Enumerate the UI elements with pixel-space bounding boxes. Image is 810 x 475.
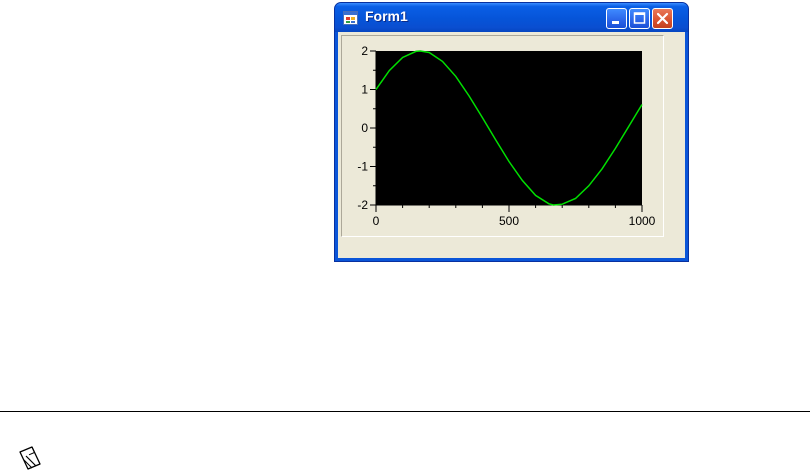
y-tick-label: 1 — [361, 83, 368, 97]
y-tick-label: -1 — [357, 160, 368, 174]
close-icon — [656, 12, 669, 25]
maximize-button[interactable] — [629, 8, 650, 29]
title-bar[interactable]: Form1 — [335, 3, 688, 32]
minimize-icon — [612, 21, 619, 24]
y-tick-label: 2 — [361, 44, 368, 58]
x-tick-label: 500 — [499, 214, 519, 228]
y-tick-label: 0 — [361, 121, 368, 135]
waveform-chart: 2 1 0 -1 -2 0 500 1000 — [357, 44, 656, 228]
x-tick-label: 1000 — [629, 214, 656, 228]
y-tick-label: -2 — [357, 198, 368, 212]
note-pencil-icon — [19, 446, 41, 470]
minimize-button[interactable] — [606, 8, 627, 29]
divider-line — [0, 411, 810, 412]
waveform-graph[interactable]: 2 1 0 -1 -2 0 500 1000 — [341, 35, 664, 237]
maximize-icon — [633, 12, 646, 24]
plot-area — [376, 51, 642, 205]
form1-window[interactable]: Form1 2 1 0 -1 -2 0 500 1000 — [334, 2, 689, 262]
close-button[interactable] — [652, 8, 673, 29]
form-client-area: 2 1 0 -1 -2 0 500 1000 — [338, 32, 685, 258]
window-title: Form1 — [365, 8, 408, 24]
x-tick-label: 0 — [373, 214, 380, 228]
form-app-icon[interactable] — [343, 11, 358, 25]
